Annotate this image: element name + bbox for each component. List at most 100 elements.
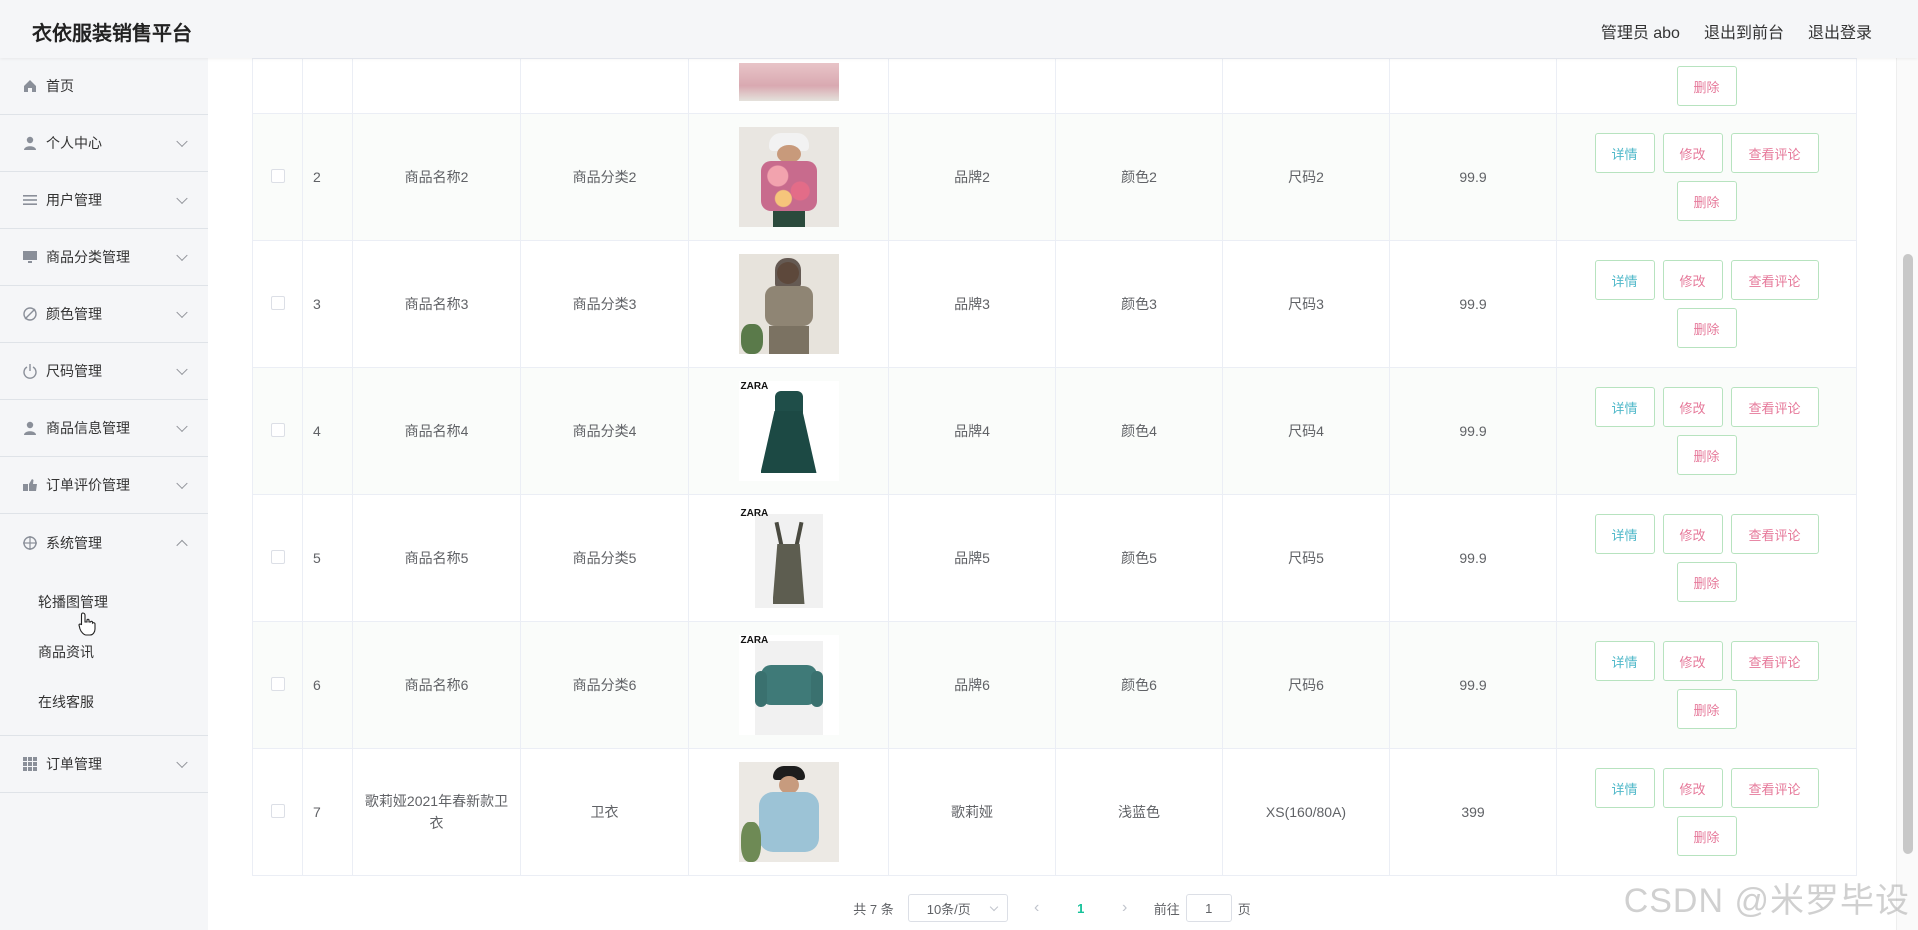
product-category: 商品分类3 — [520, 240, 689, 368]
scrollbar-thumb[interactable] — [1903, 254, 1913, 854]
detail-button[interactable]: 详情 — [1594, 133, 1655, 173]
product-price: 99.9 — [1389, 621, 1557, 749]
product-color: 颜色3 — [1055, 240, 1223, 368]
edit-button[interactable]: 修改 — [1662, 387, 1723, 427]
sidebar-item-home[interactable]: 首页 — [0, 58, 208, 115]
monitor-icon — [23, 251, 37, 263]
delete-button[interactable]: 删除 — [1676, 435, 1737, 475]
sidebar-item-orders[interactable]: 订单管理 — [0, 736, 208, 793]
grid-icon — [23, 757, 37, 771]
product-brand: 歌莉娅 — [888, 748, 1056, 876]
product-category: 商品分类4 — [520, 367, 689, 495]
row-actions: 详情 修改 查看评论删除 — [1592, 387, 1822, 475]
detail-button[interactable]: 详情 — [1594, 514, 1655, 554]
setting-icon — [23, 535, 37, 550]
sidebar-item-color[interactable]: 颜色管理 — [0, 286, 208, 343]
user-icon — [24, 421, 36, 435]
edit-button[interactable]: 修改 — [1662, 768, 1723, 808]
sidebar-item-label: 颜色管理 — [46, 306, 102, 322]
next-page-button[interactable]: › — [1110, 899, 1140, 917]
detail-button[interactable]: 详情 — [1594, 387, 1655, 427]
sidebar-item-goods[interactable]: 商品信息管理 — [0, 400, 208, 457]
view-comments-button[interactable]: 查看评论 — [1730, 260, 1819, 300]
back-to-front-link[interactable]: 退出到前台 — [1704, 19, 1784, 43]
sidebar-item-profile[interactable]: 个人中心 — [0, 115, 208, 172]
vertical-scrollbar[interactable] — [1896, 58, 1918, 930]
sidebar-item-label: 订单评价管理 — [46, 477, 130, 493]
sidebar-item-label: 个人中心 — [46, 135, 102, 151]
product-size: 尺码3 — [1222, 240, 1390, 368]
top-nav: 管理员 abo 退出到前台 退出登录 — [1601, 19, 1872, 43]
edit-button[interactable]: 修改 — [1662, 641, 1723, 681]
product-color: 颜色5 — [1055, 494, 1223, 622]
product-image: ZARA — [738, 381, 839, 481]
row-index: 4 — [302, 367, 353, 495]
row-checkbox[interactable] — [270, 803, 285, 818]
row-checkbox[interactable] — [270, 422, 285, 437]
row-checkbox[interactable] — [270, 168, 285, 183]
delete-button[interactable]: 删除 — [1676, 308, 1737, 348]
sidebar-subitem-carousel[interactable]: 轮播图管理 — [0, 577, 208, 627]
row-checkbox[interactable] — [270, 549, 285, 564]
row-actions: 详情 修改 查看评论删除 — [1592, 514, 1822, 602]
sidebar-item-order-review[interactable]: 订单评价管理 — [0, 457, 208, 514]
sidebar-item-label: 首页 — [46, 78, 74, 94]
sidebar-item-size[interactable]: 尺码管理 — [0, 343, 208, 400]
product-size: XS(160/80A) — [1222, 748, 1390, 876]
sidebar: 首页 个人中心 用户管理 商品分类管理 颜色管理 尺码管理 商品信息管理 订单评… — [0, 58, 208, 930]
delete-button[interactable]: 删除 — [1676, 66, 1737, 106]
detail-button[interactable]: 详情 — [1594, 260, 1655, 300]
watermark: CSDN @米罗毕设 — [1623, 882, 1910, 920]
product-size: 尺码2 — [1222, 113, 1390, 241]
system-submenu: 轮播图管理 商品资讯 在线客服 — [0, 571, 208, 736]
view-comments-button[interactable]: 查看评论 — [1730, 133, 1819, 173]
delete-button[interactable]: 删除 — [1676, 689, 1737, 729]
prev-page-button[interactable]: ‹ — [1022, 899, 1052, 917]
goto-page-input[interactable] — [1185, 894, 1232, 922]
chevron-down-icon — [176, 192, 188, 205]
product-brand: 品牌5 — [888, 494, 1056, 622]
row-actions: 详情 修改 查看评论删除 — [1592, 260, 1822, 348]
view-comments-button[interactable]: 查看评论 — [1730, 768, 1819, 808]
product-price: 99.9 — [1389, 240, 1557, 368]
product-size: 尺码6 — [1222, 621, 1390, 749]
sidebar-item-label: 系统管理 — [46, 534, 102, 551]
sidebar-item-category[interactable]: 商品分类管理 — [0, 229, 208, 286]
row-index: 3 — [302, 240, 353, 368]
delete-button[interactable]: 删除 — [1676, 562, 1737, 602]
edit-button[interactable]: 修改 — [1662, 260, 1723, 300]
sidebar-item-users[interactable]: 用户管理 — [0, 172, 208, 229]
view-comments-button[interactable]: 查看评论 — [1730, 641, 1819, 681]
detail-button[interactable]: 详情 — [1594, 641, 1655, 681]
product-brand: 品牌3 — [888, 240, 1056, 368]
pointer-cursor-icon — [78, 612, 96, 636]
product-name: 商品名称3 — [352, 240, 521, 368]
page-size-select[interactable]: 10条/页 — [907, 894, 1008, 922]
no-icon — [23, 307, 37, 321]
view-comments-button[interactable]: 查看评论 — [1730, 387, 1819, 427]
logout-link[interactable]: 退出登录 — [1808, 19, 1872, 43]
chevron-down-icon — [176, 306, 188, 319]
row-index: 6 — [302, 621, 353, 749]
view-comments-button[interactable]: 查看评论 — [1730, 514, 1819, 554]
product-image — [738, 762, 839, 862]
product-category: 卫衣 — [520, 748, 689, 876]
chevron-down-icon — [176, 363, 188, 376]
row-checkbox[interactable] — [270, 676, 285, 691]
delete-button[interactable]: 删除 — [1676, 816, 1737, 856]
sidebar-subitem-news[interactable]: 商品资讯 — [0, 627, 208, 677]
delete-button[interactable]: 删除 — [1676, 181, 1737, 221]
product-color: 浅蓝色 — [1055, 748, 1223, 876]
sidebar-subitem-service[interactable]: 在线客服 — [0, 677, 208, 727]
power-icon — [23, 364, 37, 379]
edit-button[interactable]: 修改 — [1662, 133, 1723, 173]
sidebar-item-label: 用户管理 — [46, 192, 102, 208]
page-number[interactable]: 1 — [1066, 901, 1096, 916]
detail-button[interactable]: 详情 — [1594, 768, 1655, 808]
row-checkbox[interactable] — [270, 295, 285, 310]
sidebar-item-system[interactable]: 系统管理 — [0, 514, 208, 571]
product-color: 颜色6 — [1055, 621, 1223, 749]
product-size: 尺码5 — [1222, 494, 1390, 622]
edit-button[interactable]: 修改 — [1662, 514, 1723, 554]
product-name: 歌莉娅2021年春新款卫衣 — [352, 748, 521, 876]
